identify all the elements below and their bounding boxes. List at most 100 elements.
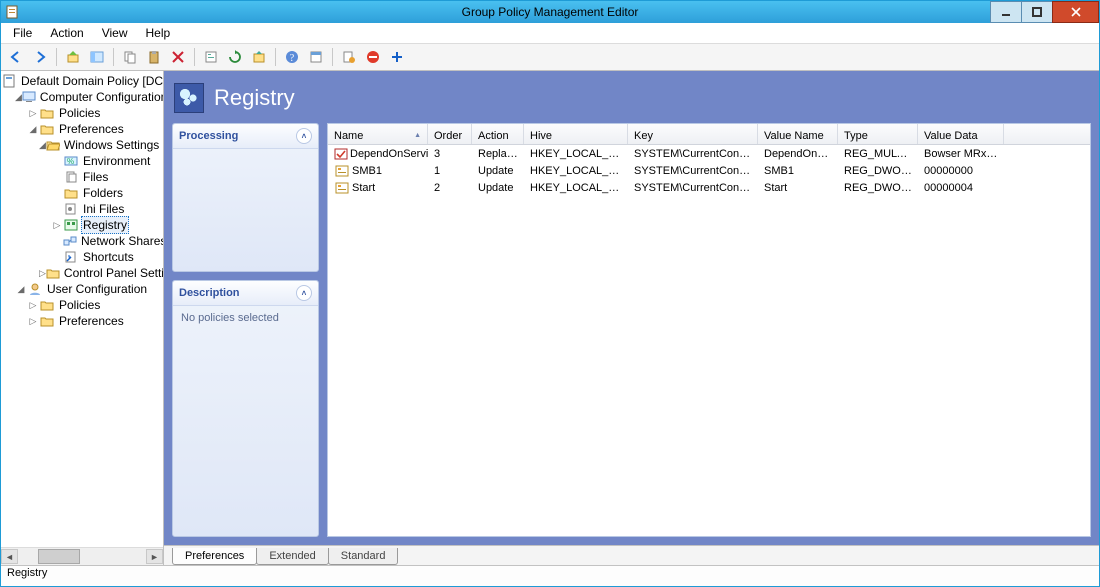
back-button[interactable] xyxy=(5,46,27,68)
refresh-button[interactable] xyxy=(224,46,246,68)
tree-network-shares[interactable]: Network Shares xyxy=(79,233,163,249)
user-icon xyxy=(27,282,43,296)
list-row[interactable]: SMB11UpdateHKEY_LOCAL_MAC...SYSTEM\Curre… xyxy=(328,162,1090,179)
tree-user-policies[interactable]: Policies xyxy=(57,297,102,313)
scroll-thumb[interactable] xyxy=(38,549,80,564)
tree-control-panel-settings[interactable]: Control Panel Settings xyxy=(62,265,163,281)
environment-icon: % xyxy=(63,154,79,168)
menubar: File Action View Help xyxy=(1,23,1099,44)
menu-file[interactable]: File xyxy=(5,24,40,42)
scroll-right-button[interactable]: ► xyxy=(146,549,163,564)
network-shares-icon xyxy=(63,234,77,248)
processing-title: Processing xyxy=(179,130,238,142)
content-frame: Registry Processing ˄ Description ˄ No pol… xyxy=(164,71,1099,545)
status-bar: Registry xyxy=(1,565,1099,586)
folders-icon xyxy=(63,186,79,200)
description-body: No policies selected xyxy=(181,312,279,324)
main-pane: Registry Processing ˄ Description ˄ No pol… xyxy=(164,71,1099,565)
export-button[interactable] xyxy=(248,46,270,68)
maximize-button[interactable] xyxy=(1021,1,1053,23)
stop-button[interactable] xyxy=(362,46,384,68)
properties-button[interactable] xyxy=(200,46,222,68)
tree[interactable]: Default Domain Policy [DC02.C… ◢Computer… xyxy=(1,71,163,547)
tree-environment[interactable]: Environment xyxy=(81,153,152,169)
options-button[interactable] xyxy=(338,46,360,68)
tree-registry[interactable]: Registry xyxy=(81,216,129,234)
column-headers: Name▲ Order Action Hive Key Value Name T… xyxy=(328,124,1090,145)
tab-standard[interactable]: Standard xyxy=(328,548,399,565)
tree-user-configuration[interactable]: User Configuration xyxy=(45,281,149,297)
svg-text:?: ? xyxy=(290,53,295,64)
policy-icon xyxy=(3,74,17,88)
folder-icon xyxy=(39,314,55,328)
show-hide-tree-button[interactable] xyxy=(86,46,108,68)
folder-icon xyxy=(39,122,55,136)
app-icon xyxy=(5,4,21,20)
content-title: Registry xyxy=(214,85,295,111)
description-panel: Description ˄ No policies selected xyxy=(172,280,319,537)
col-key[interactable]: Key xyxy=(628,124,758,144)
shortcuts-icon xyxy=(63,250,79,264)
col-value-name[interactable]: Value Name xyxy=(758,124,838,144)
collapse-icon[interactable]: ˄ xyxy=(296,128,312,144)
description-title: Description xyxy=(179,287,240,299)
col-type[interactable]: Type xyxy=(838,124,918,144)
copy-button[interactable] xyxy=(119,46,141,68)
minimize-button[interactable] xyxy=(990,1,1022,23)
tree-ini-files[interactable]: Ini Files xyxy=(81,201,126,217)
registry-header-icon xyxy=(174,83,204,113)
tree-root[interactable]: Default Domain Policy [DC02.C… xyxy=(19,73,163,89)
menu-help[interactable]: Help xyxy=(138,24,179,42)
tree-pane: Default Domain Policy [DC02.C… ◢Computer… xyxy=(1,71,164,565)
content-header: Registry xyxy=(174,83,1087,113)
collapse-icon[interactable]: ˄ xyxy=(296,285,312,301)
folder-icon xyxy=(46,266,60,280)
tree-horizontal-scrollbar[interactable]: ◄ ► xyxy=(1,547,163,565)
up-button[interactable] xyxy=(62,46,84,68)
app-window: Group Policy Management Editor File Acti… xyxy=(0,0,1100,587)
menu-action[interactable]: Action xyxy=(42,24,91,42)
registry-item-icon xyxy=(334,181,350,195)
titlebar: Group Policy Management Editor xyxy=(1,1,1099,23)
body: Default Domain Policy [DC02.C… ◢Computer… xyxy=(1,71,1099,565)
scroll-left-button[interactable]: ◄ xyxy=(1,549,18,564)
list-rows[interactable]: DependOnService3ReplaceHKEY_LOCAL_MAC...… xyxy=(328,145,1090,536)
close-button[interactable] xyxy=(1052,1,1099,23)
files-icon xyxy=(63,170,79,184)
processing-panel: Processing ˄ xyxy=(172,123,319,272)
col-order[interactable]: Order xyxy=(428,124,472,144)
tab-preferences[interactable]: Preferences xyxy=(172,548,257,565)
list-row[interactable]: Start2UpdateHKEY_LOCAL_MAC...SYSTEM\Curr… xyxy=(328,179,1090,196)
col-action[interactable]: Action xyxy=(472,124,524,144)
tree-preferences[interactable]: Preferences xyxy=(57,121,126,137)
tree-files[interactable]: Files xyxy=(81,169,110,185)
tree-computer-configuration[interactable]: Computer Configuration xyxy=(38,89,163,105)
registry-icon xyxy=(63,218,79,232)
list-row[interactable]: DependOnService3ReplaceHKEY_LOCAL_MAC...… xyxy=(328,145,1090,162)
tree-windows-settings[interactable]: Windows Settings xyxy=(62,137,161,153)
menu-view[interactable]: View xyxy=(94,24,136,42)
forward-button[interactable] xyxy=(29,46,51,68)
tree-shortcuts[interactable]: Shortcuts xyxy=(81,249,136,265)
tree-folders[interactable]: Folders xyxy=(81,185,125,201)
registry-list: Name▲ Order Action Hive Key Value Name T… xyxy=(327,123,1091,537)
paste-button[interactable] xyxy=(143,46,165,68)
add-button[interactable] xyxy=(386,46,408,68)
folder-icon xyxy=(39,298,55,312)
folder-icon xyxy=(39,106,55,120)
col-value-data[interactable]: Value Data xyxy=(918,124,1004,144)
tab-extended[interactable]: Extended xyxy=(256,548,328,565)
col-hive[interactable]: Hive xyxy=(524,124,628,144)
col-name[interactable]: Name▲ xyxy=(328,124,428,144)
tree-user-preferences[interactable]: Preferences xyxy=(57,313,126,329)
tree-policies[interactable]: Policies xyxy=(57,105,102,121)
folder-open-icon xyxy=(46,138,60,152)
toolbar: ? xyxy=(1,44,1099,71)
registry-item-icon xyxy=(334,164,350,178)
delete-button[interactable] xyxy=(167,46,189,68)
sort-asc-icon: ▲ xyxy=(414,132,421,139)
help-button[interactable]: ? xyxy=(281,46,303,68)
status-text: Registry xyxy=(7,567,47,579)
filter-button[interactable] xyxy=(305,46,327,68)
registry-item-icon xyxy=(334,147,348,161)
